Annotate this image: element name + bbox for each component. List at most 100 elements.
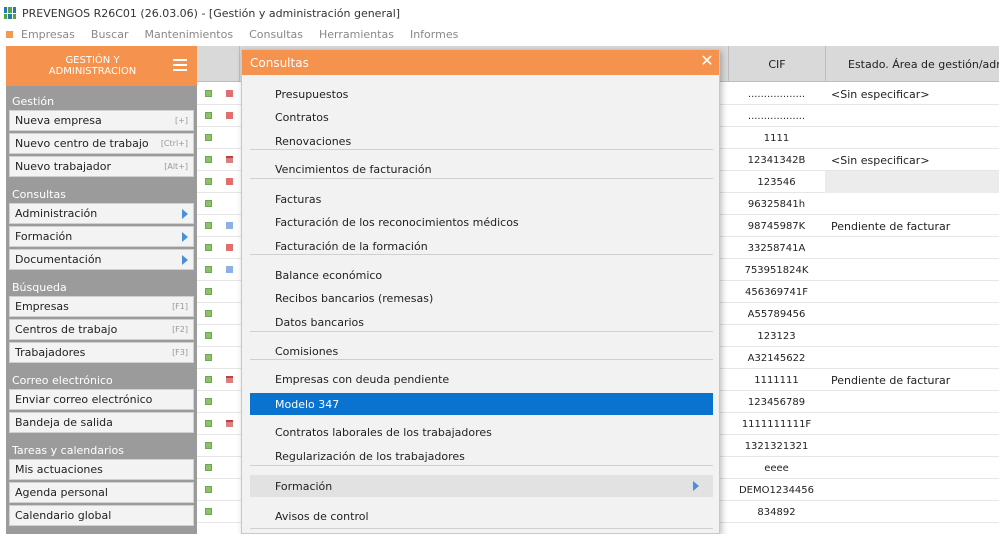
status-square-icon — [205, 376, 212, 383]
menu-item-formacion[interactable]: Formación — [250, 475, 713, 497]
menu-consultas[interactable]: Consultas — [249, 28, 303, 41]
menu-item-modelo-347[interactable]: Modelo 347 — [250, 393, 713, 415]
menu-item-label: Facturación de la formación — [275, 239, 428, 253]
window-titlebar: PREVENGOS R26C01 (26.03.06) - [Gestión y… — [0, 0, 999, 26]
cif-cell: 1111111 — [754, 374, 799, 386]
estado-cell: <Sin especificar> — [831, 153, 930, 167]
sidebar-item-empresas[interactable]: Empresas [F1] — [9, 296, 194, 317]
menu-item-renovaciones[interactable]: Renovaciones — [250, 130, 713, 152]
menu-item-contratos[interactable]: Contratos — [250, 106, 713, 128]
cif-cell: 834892 — [757, 506, 796, 518]
estado-cell: Pendiente de facturar — [831, 219, 951, 233]
cif-cell: A32145622 — [747, 352, 806, 364]
document-flag-icon — [226, 420, 233, 427]
sidebar-item-shortcut: [Ctrl+] — [160, 139, 188, 148]
popup-title: Consultas — [250, 55, 309, 70]
sidebar-item-documentacion[interactable]: Documentación — [9, 249, 194, 270]
status-square-icon — [205, 442, 212, 449]
menu-item-regularizacion-de-los-trabajadores[interactable]: Regularización de los trabajadores — [250, 445, 713, 467]
menu-item-avisos-de-control[interactable]: Avisos de control — [250, 505, 713, 527]
status-square-icon — [205, 398, 212, 405]
sidebar-item-bandeja-de-salida[interactable]: Bandeja de salida — [9, 412, 194, 433]
sidebar-item-formacion[interactable]: Formación — [9, 226, 194, 247]
sidebar-item-shortcut: [F1] — [172, 302, 188, 311]
sidebar-section-busqueda: Búsqueda — [12, 281, 67, 294]
sidebar-item-mis-actuaciones[interactable]: Mis actuaciones — [9, 459, 194, 480]
grid-header-estado[interactable]: Estado. Área de gestión/admin — [825, 46, 999, 82]
cif-cell: 33258741A — [747, 242, 806, 254]
cif-cell: 753951824K — [744, 264, 809, 276]
cif-cell: 1111 — [763, 132, 790, 144]
menu-herramientas[interactable]: Herramientas — [319, 28, 394, 41]
sidebar-item-trabajadores[interactable]: Trabajadores [F3] — [9, 342, 194, 363]
cif-cell: 12341342B — [747, 154, 806, 166]
sidebar-section-tareas-y-calendarios: Tareas y calendarios — [12, 444, 125, 457]
sidebar-item-nueva-empresa[interactable]: Nueva empresa [+] — [9, 110, 194, 131]
menu-item-label: Modelo 347 — [275, 397, 340, 411]
menu-item-label: Contratos — [275, 110, 329, 124]
sidebar-section-correo-electronico: Correo electrónico — [12, 374, 113, 387]
sidebar-item-nuevo-trabajador[interactable]: Nuevo trabajador [Alt+] — [9, 156, 194, 177]
estado-cell: <Sin especificar> — [831, 87, 930, 101]
menu-bar: Empresas Buscar Mantenimientos Consultas… — [0, 26, 999, 43]
grid-header-status-col[interactable] — [197, 46, 240, 82]
status-flag-icon — [226, 112, 233, 119]
status-square-icon — [205, 244, 212, 251]
sidebar-header-line1: GESTIÓN Y — [65, 55, 120, 66]
sidebar-item-enviar-correo-electronico[interactable]: Enviar correo electrónico — [9, 389, 194, 410]
menu-mantenimientos[interactable]: Mantenimientos — [144, 28, 233, 41]
sidebar-item-agenda-personal[interactable]: Agenda personal — [9, 482, 194, 503]
menu-item-comisiones[interactable]: Comisiones — [250, 340, 713, 362]
menu-item-recibos-bancarios-remesas[interactable]: Recibos bancarios (remesas) — [250, 287, 713, 309]
menu-item-datos-bancarios[interactable]: Datos bancarios — [250, 311, 713, 333]
status-flag-icon — [226, 244, 233, 251]
cif-cell: .................. — [747, 110, 806, 122]
cif-cell: DEMO1234456 — [738, 484, 815, 496]
status-square-icon — [205, 464, 212, 471]
grid-header-cif[interactable]: CIF — [728, 46, 825, 82]
menu-item-empresas-con-deuda-pendiente[interactable]: Empresas con deuda pendiente — [250, 368, 713, 390]
sidebar-item-label: Documentación — [15, 253, 102, 266]
estado-cell-highlight — [825, 171, 999, 193]
menu-item-facturas[interactable]: Facturas — [250, 188, 713, 210]
sidebar-item-administracion[interactable]: Administración — [9, 203, 194, 224]
menu-buscar[interactable]: Buscar — [91, 28, 129, 41]
hamburger-menu-icon[interactable] — [173, 59, 187, 71]
menu-item-label: Recibos bancarios (remesas) — [275, 291, 434, 305]
menu-item-presupuestos[interactable]: Presupuestos — [250, 83, 713, 105]
menu-marker-icon — [6, 31, 13, 38]
menu-item-label: Vencimientos de facturación — [275, 162, 432, 176]
sidebar: GESTIÓN Y ADMINISTRACION Gestión Nueva em… — [6, 46, 197, 534]
sidebar-item-label: Mis actuaciones — [15, 463, 103, 476]
cif-cell: 123123 — [757, 330, 796, 342]
sidebar-item-label: Calendario global — [15, 509, 112, 522]
menu-item-label: Datos bancarios — [275, 315, 365, 329]
cif-cell: .................. — [747, 88, 806, 100]
sidebar-item-label: Nueva empresa — [15, 114, 102, 127]
close-icon[interactable]: ✕ — [699, 52, 715, 70]
cif-cell: 1321321321 — [744, 440, 809, 452]
sidebar-item-nuevo-centro-de-trabajo[interactable]: Nuevo centro de trabajo [Ctrl+] — [9, 133, 194, 154]
sidebar-item-centros-de-trabajo[interactable]: Centros de trabajo [F2] — [9, 319, 194, 340]
menu-item-facturacion-de-la-formacion[interactable]: Facturación de la formación — [250, 235, 713, 257]
menu-item-vencimientos-de-facturacion[interactable]: Vencimientos de facturación — [250, 158, 713, 180]
sidebar-item-calendario-global[interactable]: Calendario global — [9, 505, 194, 526]
menu-informes[interactable]: Informes — [410, 28, 458, 41]
sidebar-item-label: Trabajadores — [15, 346, 86, 359]
status-square-icon — [205, 354, 212, 361]
menu-item-facturacion-de-los-reconocimientos-medicos[interactable]: Facturación de los reconocimientos médic… — [250, 211, 713, 233]
sidebar-item-shortcut: [F2] — [172, 325, 188, 334]
sidebar-item-label: Centros de trabajo — [15, 323, 118, 336]
menu-item-balance-economico[interactable]: Balance económico — [250, 264, 713, 286]
menu-empresas[interactable]: Empresas — [21, 28, 75, 41]
menu-item-contratos-laborales-de-los-trabajadores[interactable]: Contratos laborales de los trabajadores — [250, 421, 713, 443]
cif-cell: 456369741F — [744, 286, 808, 298]
menu-item-label: Empresas con deuda pendiente — [275, 372, 450, 386]
chevron-right-icon — [182, 254, 188, 265]
document-flag-icon — [226, 156, 233, 163]
menu-item-label: Balance económico — [275, 268, 383, 282]
cif-cell: 1111111111F — [741, 418, 812, 430]
status-flag-icon — [226, 222, 233, 229]
sidebar-item-label: Enviar correo electrónico — [15, 393, 153, 406]
popup-header: Consultas ✕ — [242, 50, 719, 75]
